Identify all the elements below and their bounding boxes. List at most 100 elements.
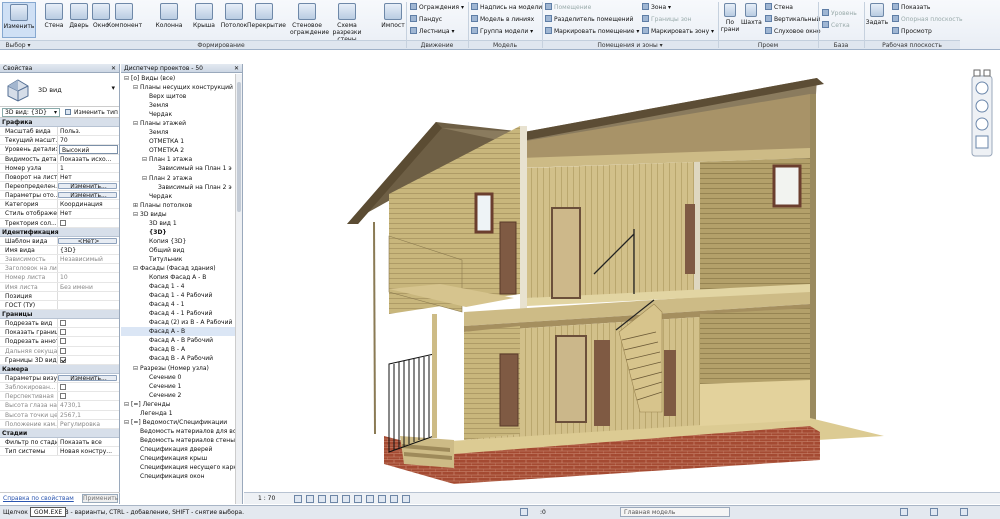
collapse-icon[interactable]: ⊟	[133, 119, 140, 128]
collapse-icon[interactable]: ⊟	[133, 83, 140, 92]
tree-item[interactable]: Спецификация дверей	[121, 445, 242, 454]
property-checkbox[interactable]	[60, 320, 66, 327]
tree-item[interactable]: Чердак	[121, 110, 242, 119]
property-value[interactable]: Показать все	[58, 438, 119, 446]
areabound-button[interactable]: Границы зон	[642, 15, 691, 24]
component-button[interactable]: Компонент	[107, 2, 142, 38]
collapse-icon[interactable]: ⊟	[142, 155, 149, 164]
tree-item[interactable]: ОТМЕТКА 2	[121, 146, 242, 155]
property-value[interactable]: Высокий	[59, 145, 118, 154]
chevron-down-icon[interactable]: ▾	[111, 84, 115, 92]
close-icon[interactable]: ✕	[234, 64, 239, 73]
roomsep-button[interactable]: Разделитель помещений	[545, 15, 633, 24]
stair-button[interactable]: Лестница ▾	[410, 27, 455, 36]
tree-item[interactable]: ⊟ Фасады (Фасад здания)	[121, 264, 242, 273]
ceiling-button[interactable]: Потолок	[217, 2, 251, 38]
tree-item[interactable]: {3D}	[121, 228, 242, 237]
tree-item[interactable]: Легенда 1	[121, 409, 242, 418]
property-checkbox[interactable]	[60, 329, 66, 336]
tree-item[interactable]: Общий вид	[121, 246, 242, 255]
tree-item[interactable]: Копия Фасад А - В	[121, 273, 242, 282]
apply-button[interactable]: Применить	[82, 494, 118, 503]
browser-scrollbar[interactable]	[235, 74, 242, 504]
area-button[interactable]: Зона ▾	[642, 3, 671, 12]
set-workplane-button[interactable]: Задать	[864, 2, 890, 38]
tree-item[interactable]: Фасад 1 - 4	[121, 282, 242, 291]
property-edit-button[interactable]: <Нет>	[58, 237, 117, 244]
collapse-icon[interactable]: ⊟	[133, 210, 140, 219]
scroll-thumb[interactable]	[237, 82, 241, 212]
section-header[interactable]: Камера	[0, 364, 119, 374]
tree-item[interactable]: Фасад 4 - 1 Рабочий	[121, 309, 242, 318]
tree-item[interactable]: Фасад А - В Рабочий	[121, 336, 242, 345]
grid-button[interactable]: Сетка	[822, 21, 850, 30]
type-selector[interactable]: 3D вид ▾	[0, 73, 119, 107]
collapse-icon[interactable]: ⊟	[124, 418, 131, 427]
select-links-icon[interactable]	[930, 508, 938, 516]
section-header[interactable]: Графика	[0, 118, 119, 128]
reveal-hidden-icon[interactable]	[402, 495, 410, 503]
dormer-button[interactable]: Слуховое окно	[765, 27, 821, 36]
tree-item[interactable]: Фасад А - В	[121, 327, 242, 337]
render-icon[interactable]	[342, 495, 350, 503]
tree-item[interactable]: Чердак	[121, 192, 242, 201]
expand-icon[interactable]: ⊞	[133, 201, 140, 210]
tree-item[interactable]: Фасад 4 - 1	[121, 300, 242, 309]
tagarea-button[interactable]: Маркировать зону ▾	[642, 27, 714, 36]
property-edit-button[interactable]: Изменить...	[58, 374, 117, 382]
curtain-button[interactable]: Стеновое ограждение	[290, 2, 329, 38]
byface-button[interactable]: По грани	[720, 2, 740, 38]
tree-item[interactable]: Верх щитов	[121, 92, 242, 101]
roomnew-button[interactable]: Помещение	[545, 3, 591, 12]
modeltext-button[interactable]: Надпись на модели	[471, 3, 542, 12]
curtaingrid-button[interactable]: Схема разрезки стены	[330, 2, 364, 43]
tree-item[interactable]: Земля	[121, 101, 242, 110]
tree-item[interactable]: Сечение 1	[121, 382, 242, 391]
navigation-bar[interactable]	[971, 75, 993, 157]
properties-help-link[interactable]: Справка по свойствам	[3, 493, 74, 504]
property-value[interactable]: Польз.	[58, 127, 119, 135]
property-value[interactable]: {3D}	[58, 246, 119, 254]
crop-view-icon[interactable]	[354, 495, 362, 503]
collapse-icon[interactable]: ⊟	[133, 364, 140, 373]
worksets-icon[interactable]	[520, 508, 528, 516]
section-header[interactable]: Границы	[0, 309, 119, 320]
tree-item[interactable]: Титульник	[121, 255, 242, 264]
show-crop-icon[interactable]	[366, 495, 374, 503]
refplane-button[interactable]: Опорная плоскость	[892, 15, 963, 24]
tree-item[interactable]: Ведомость материалов для все	[121, 427, 242, 436]
tree-item[interactable]: Сечение 0	[121, 373, 242, 382]
group-select[interactable]: Выбор ▾	[0, 40, 36, 49]
property-value[interactable]: Показать исхо...	[58, 155, 119, 163]
lock-view-icon[interactable]	[378, 495, 386, 503]
tree-item[interactable]: Спецификация окон	[121, 472, 242, 481]
property-checkbox[interactable]	[60, 219, 66, 226]
property-edit-button[interactable]: Изменить...	[58, 182, 117, 190]
collapse-icon[interactable]: ⊟	[124, 400, 131, 409]
tree-root[interactable]: ⊟ [=] Ведомости/Спецификации	[121, 418, 242, 427]
tagroom-button[interactable]: Маркировать помещение ▾	[545, 27, 639, 36]
tree-item[interactable]: ⊟ План 1 этажа	[121, 155, 242, 164]
tree-item[interactable]: Земля	[121, 128, 242, 137]
floor-button[interactable]: Перекрытие	[247, 2, 286, 38]
property-checkbox[interactable]	[60, 338, 66, 345]
show-button[interactable]: Показать	[892, 3, 930, 12]
tree-item[interactable]: ⊟ Планы несущих конструкций	[121, 83, 242, 92]
tree-item[interactable]: ОТМЕТКА 1	[121, 137, 242, 146]
tree-item[interactable]: 3D вид 1	[121, 219, 242, 228]
property-value[interactable]: Новая констру...	[58, 447, 119, 455]
property-value[interactable]: Нет	[58, 209, 119, 217]
property-value[interactable]: Координация	[58, 200, 119, 208]
design-option-select[interactable]: Главная модель	[620, 507, 730, 517]
modelline-button[interactable]: Модель в линиях	[471, 15, 534, 24]
edit-type-button[interactable]: Изменить тип	[74, 108, 118, 117]
level-button[interactable]: Уровень	[822, 9, 857, 18]
tree-root[interactable]: ⊟ [=] Легенды	[121, 400, 242, 409]
modify-button[interactable]: Изменить	[2, 2, 36, 38]
filter-icon[interactable]	[960, 508, 968, 516]
vertical-button[interactable]: Вертикальный	[765, 15, 820, 24]
collapse-icon[interactable]: ⊟	[124, 74, 131, 83]
mullion-button[interactable]: Импост	[376, 2, 410, 38]
instance-selector[interactable]: 3D вид: {3D} ▾	[2, 108, 60, 117]
tree-item[interactable]: ⊟ План 2 этажа	[121, 174, 242, 183]
